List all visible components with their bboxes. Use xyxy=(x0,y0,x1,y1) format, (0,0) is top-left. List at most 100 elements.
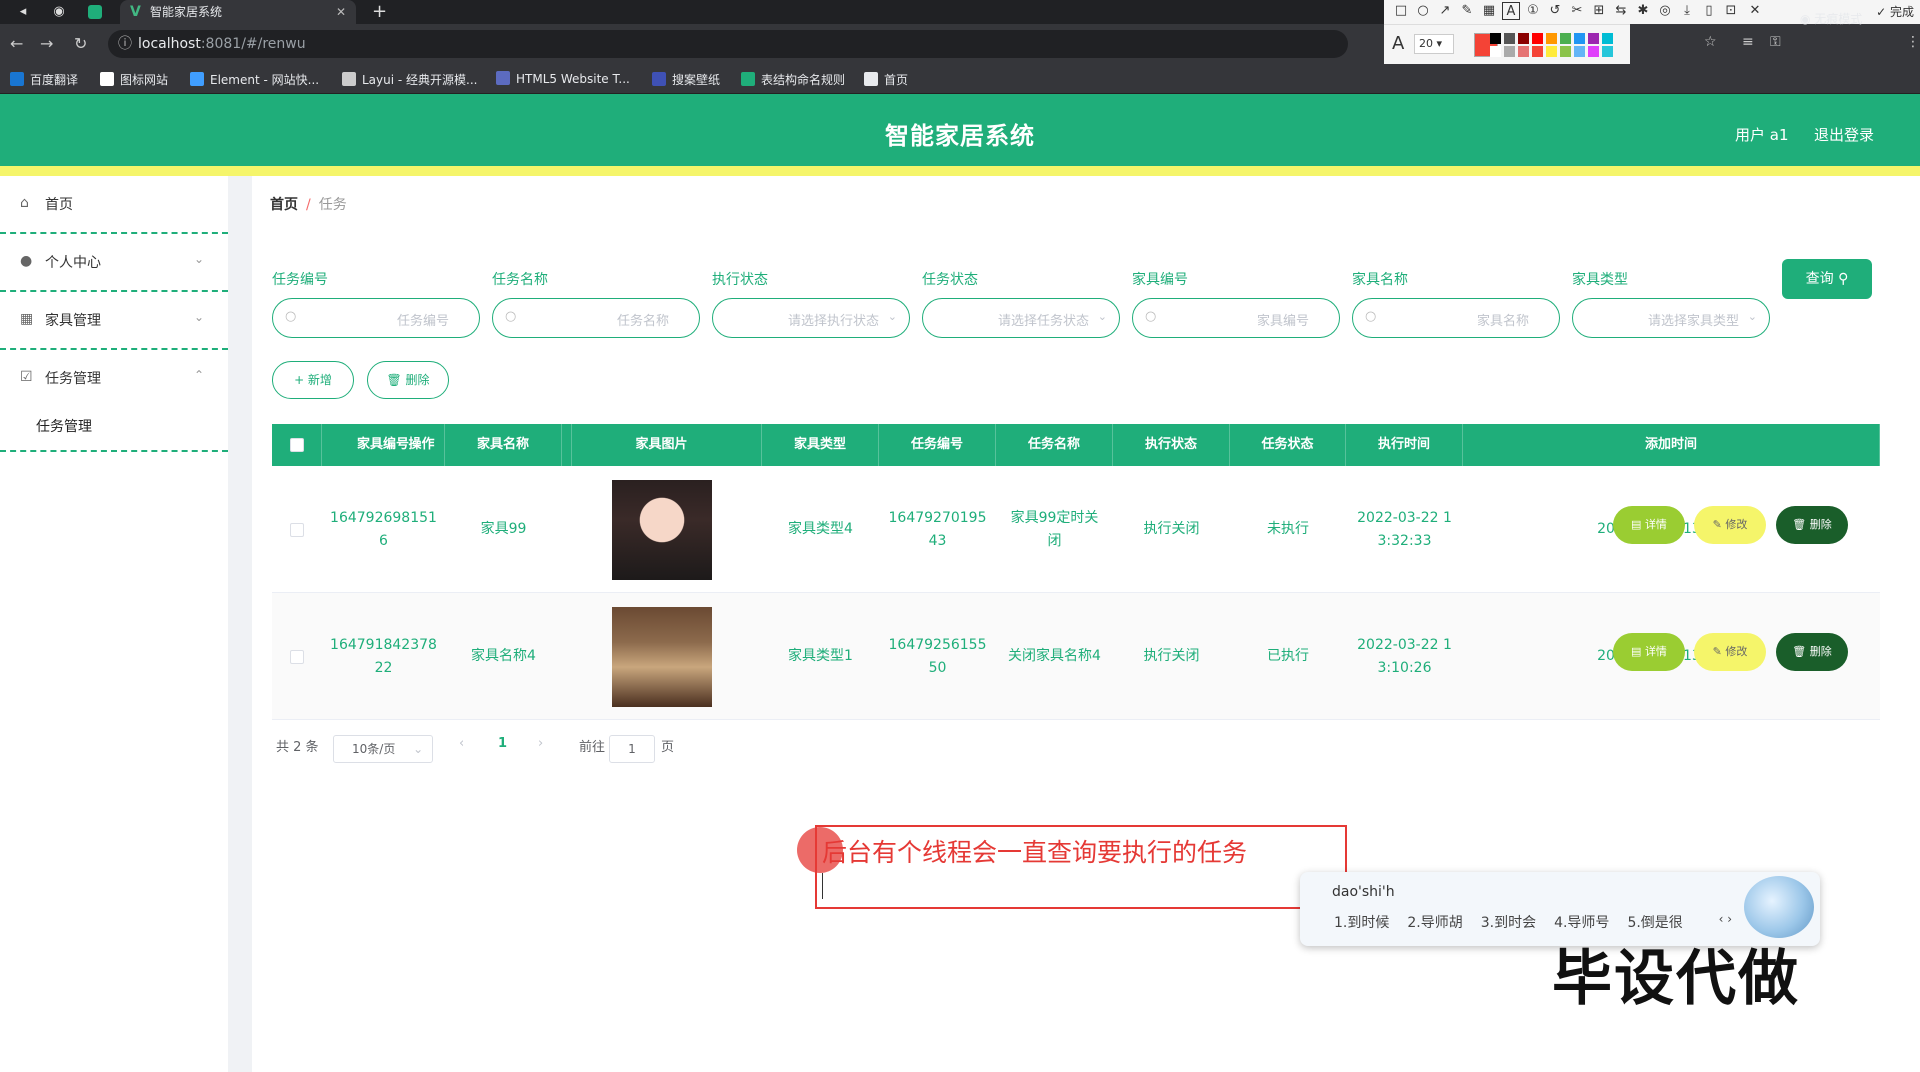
delete-button[interactable]: 🗑 删除 xyxy=(1776,633,1848,671)
bookmark-item[interactable]: Element - 网站快... xyxy=(190,71,319,88)
audio-icon[interactable]: ◂ xyxy=(14,3,32,21)
detail-button[interactable]: ▤ 详情 xyxy=(1613,506,1685,544)
new-tab-button[interactable]: + xyxy=(372,0,387,24)
color-swatch[interactable] xyxy=(1574,46,1585,57)
phone-icon[interactable]: ▯ xyxy=(1700,2,1718,20)
pin-icon[interactable]: ⊞ xyxy=(1590,2,1608,20)
color-swatch[interactable] xyxy=(1532,46,1543,57)
bookmark-item[interactable]: 百度翻译 xyxy=(10,71,78,88)
color-swatch[interactable] xyxy=(1504,46,1515,57)
row-checkbox-cell[interactable] xyxy=(272,593,322,720)
star-icon[interactable]: ☆ xyxy=(1704,34,1717,50)
bookmark-icon[interactable]: ⊡ xyxy=(1722,2,1740,20)
furniture-image[interactable] xyxy=(612,606,712,707)
sidebar-subitem-tasks[interactable]: 任务管理 xyxy=(0,400,228,452)
translate-icon[interactable]: ⇆ xyxy=(1612,2,1630,20)
logout-link[interactable]: 退出登录 xyxy=(1814,124,1874,145)
bookmark-item[interactable]: 图标网站 xyxy=(100,71,168,88)
ime-page-icon[interactable]: ‹ › xyxy=(1719,912,1732,926)
close-tab-icon[interactable]: ✕ xyxy=(336,0,346,24)
done-button[interactable]: ✓ 完成 xyxy=(1876,3,1914,20)
mosaic-icon[interactable]: ▦ xyxy=(1480,2,1498,20)
add-button[interactable]: + 新增 xyxy=(272,361,354,399)
edit-button[interactable]: ✎ 修改 xyxy=(1694,633,1766,671)
ime-candidate[interactable]: 1.到时候 xyxy=(1334,915,1389,931)
color-swatch[interactable] xyxy=(1560,46,1571,57)
bookmark-item[interactable]: Layui - 经典开源模... xyxy=(342,71,477,88)
text-icon[interactable]: A xyxy=(1502,2,1520,20)
breadcrumb-home[interactable]: 首页 xyxy=(270,197,298,213)
checkbox[interactable] xyxy=(290,522,304,537)
ocr-icon[interactable]: ✱ xyxy=(1634,2,1652,20)
ellipse-icon[interactable]: ○ xyxy=(1414,2,1432,20)
pinned-tab-icon-2[interactable] xyxy=(88,5,102,19)
query-button[interactable]: 查询 ⚲ xyxy=(1782,259,1872,299)
incognito-badge[interactable]: ◉ 无痕模式 xyxy=(1800,10,1862,27)
color-swatch[interactable] xyxy=(1490,46,1501,57)
furniture-image[interactable] xyxy=(612,479,712,580)
pinned-tab-icon[interactable]: ◉ xyxy=(50,3,68,21)
close-icon[interactable]: ✕ xyxy=(1746,2,1764,20)
menu-icon[interactable]: ⋮ xyxy=(1906,34,1920,50)
number-icon[interactable]: ① xyxy=(1524,2,1542,20)
rectangle-icon[interactable]: □ xyxy=(1392,2,1410,20)
record-icon[interactable]: ◎ xyxy=(1656,2,1674,20)
color-swatch[interactable] xyxy=(1490,33,1501,44)
forward-icon[interactable]: → xyxy=(40,34,53,53)
filter-select[interactable]: 请选择执行状态 ⌄ xyxy=(712,298,910,338)
delete-button[interactable]: 🗑 删除 xyxy=(1776,506,1848,544)
page-number[interactable]: 1 xyxy=(498,736,507,751)
filter-select[interactable]: 请选择任务状态 ⌄ xyxy=(922,298,1120,338)
bookmark-item[interactable]: 表结构命名规则 xyxy=(741,71,845,88)
sidebar-item-home[interactable]: ⌂ 首页 xyxy=(0,176,228,234)
arrow-icon[interactable]: ↗ xyxy=(1436,2,1454,20)
color-swatch[interactable] xyxy=(1588,46,1599,57)
color-swatch[interactable] xyxy=(1602,33,1613,44)
color-swatch[interactable] xyxy=(1504,33,1515,44)
undo-icon[interactable]: ↺ xyxy=(1546,2,1564,20)
goto-page-input[interactable]: 1 xyxy=(609,735,655,763)
filter-select[interactable]: 请选择家具类型 ⌄ xyxy=(1572,298,1770,338)
prev-page-button[interactable]: ‹ xyxy=(459,736,464,751)
reading-list-icon[interactable]: ≡ xyxy=(1742,34,1754,50)
color-swatch[interactable] xyxy=(1602,46,1613,57)
color-swatch[interactable] xyxy=(1588,33,1599,44)
bookmark-item[interactable]: HTML5 Website T... xyxy=(496,71,630,86)
bookmark-item[interactable]: 首页 xyxy=(864,71,908,88)
pencil-icon[interactable]: ✎ xyxy=(1458,2,1476,20)
color-swatch[interactable] xyxy=(1546,33,1557,44)
info-icon[interactable]: ⓘ xyxy=(118,30,132,58)
sidebar-item-profile[interactable]: ● 个人中心 ⌄ xyxy=(0,234,228,292)
font-size-select[interactable]: 20 ▾ xyxy=(1414,34,1454,54)
ime-candidate[interactable]: 4.导师号 xyxy=(1554,915,1609,931)
filter-input[interactable]: ○ 家具名称 xyxy=(1352,298,1560,338)
row-checkbox-cell[interactable] xyxy=(272,466,322,593)
color-swatch[interactable] xyxy=(1518,46,1529,57)
sidebar-item-furniture[interactable]: ▦ 家具管理 ⌄ xyxy=(0,292,228,350)
scissors-icon[interactable]: ✂ xyxy=(1568,2,1586,20)
color-swatch[interactable] xyxy=(1574,33,1585,44)
detail-button[interactable]: ▤ 详情 xyxy=(1613,633,1685,671)
ime-candidate[interactable]: 2.导师胡 xyxy=(1407,915,1462,931)
bookmark-item[interactable]: 搜案壁纸 xyxy=(652,71,720,88)
batch-delete-button[interactable]: 🗑 删除 xyxy=(367,361,449,399)
ime-candidate[interactable]: 5.倒是很 xyxy=(1627,915,1682,931)
url-input[interactable]: ⓘ localhost:8081/#/renwu xyxy=(108,30,1348,58)
checkbox[interactable] xyxy=(290,649,304,664)
key-icon[interactable]: ⚿ xyxy=(1770,34,1781,50)
color-swatch[interactable] xyxy=(1560,33,1571,44)
reload-icon[interactable]: ↻ xyxy=(74,34,87,53)
user-name[interactable]: 用户 a1 xyxy=(1735,124,1789,145)
filter-input[interactable]: ○ 任务编号 xyxy=(272,298,480,338)
color-swatch[interactable] xyxy=(1546,46,1557,57)
color-swatch[interactable] xyxy=(1532,33,1543,44)
filter-input[interactable]: ○ 家具编号 xyxy=(1132,298,1340,338)
filter-input[interactable]: ○ 任务名称 xyxy=(492,298,700,338)
edit-button[interactable]: ✎ 修改 xyxy=(1694,506,1766,544)
ime-candidate[interactable]: 3.到时会 xyxy=(1481,915,1536,931)
browser-tab[interactable]: V 智能家居系统 ✕ xyxy=(120,0,356,24)
download-icon[interactable]: ⤓ xyxy=(1678,2,1696,20)
page-size-select[interactable]: 10条/页 ⌄ xyxy=(333,735,433,763)
next-page-button[interactable]: › xyxy=(538,736,543,751)
color-swatch[interactable] xyxy=(1518,33,1529,44)
